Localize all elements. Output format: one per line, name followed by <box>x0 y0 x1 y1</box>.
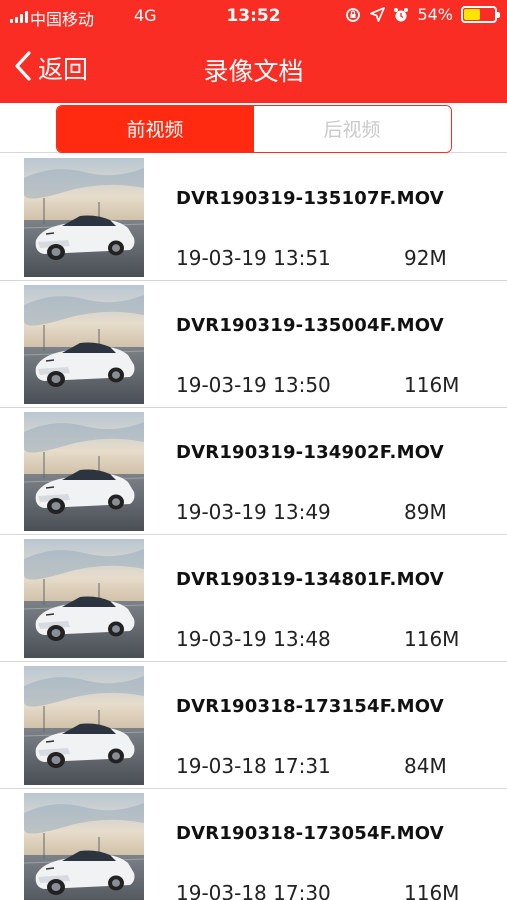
video-list-item[interactable]: DVR190319-135107F.MOV 19-03-19 13:51 92M <box>0 154 507 281</box>
video-datetime: 19-03-19 13:50 <box>176 373 331 397</box>
video-list: DVR190319-135107F.MOV 19-03-19 13:51 92M <box>0 154 507 900</box>
battery-cap <box>497 12 500 18</box>
video-size: 116M <box>404 627 460 651</box>
video-filename: DVR190319-135004F.MOV <box>176 315 444 336</box>
video-size: 116M <box>404 373 460 397</box>
video-datetime: 19-03-18 17:30 <box>176 881 331 900</box>
video-datetime: 19-03-19 13:48 <box>176 627 331 651</box>
battery-icon <box>461 6 500 23</box>
video-size: 84M <box>404 754 447 778</box>
page-title: 录像文档 <box>203 57 304 86</box>
video-filename: DVR190318-173054F.MOV <box>176 823 444 844</box>
video-datetime: 19-03-19 13:49 <box>176 500 331 524</box>
car-thumbnail <box>24 285 144 404</box>
video-filename: DVR190319-134902F.MOV <box>176 442 444 463</box>
car-thumbnail <box>24 666 144 785</box>
video-list-item[interactable]: DVR190318-173054F.MOV 19-03-18 17:30 116… <box>0 789 507 900</box>
nav-bar: 返回 录像文档 <box>0 34 507 103</box>
video-datetime: 19-03-19 13:51 <box>176 246 331 270</box>
rotation-lock-icon <box>345 7 361 23</box>
video-size: 116M <box>404 881 460 900</box>
location-arrow-icon <box>369 7 385 23</box>
video-list-item[interactable]: DVR190319-135004F.MOV 19-03-19 13:50 116… <box>0 281 507 408</box>
app-root: 中国移动 4G 13:52 54% 返回 录像文档 前视频 后视频 DVR190… <box>0 0 507 900</box>
status-bar: 中国移动 4G 13:52 54% <box>0 0 507 34</box>
video-filename: DVR190319-134801F.MOV <box>176 569 444 590</box>
video-list-item[interactable]: DVR190319-134801F.MOV 19-03-19 13:48 116… <box>0 535 507 662</box>
tab-rear-video[interactable]: 后视频 <box>253 105 451 152</box>
car-thumbnail <box>24 539 144 658</box>
car-thumbnail <box>24 412 144 531</box>
car-thumbnail <box>24 793 144 900</box>
video-list-item[interactable]: DVR190319-134902F.MOV 19-03-19 13:49 89M <box>0 408 507 535</box>
car-thumbnail <box>24 158 144 277</box>
video-segment-control: 前视频 后视频 <box>55 104 452 153</box>
video-size: 92M <box>404 246 447 270</box>
video-size: 89M <box>404 500 447 524</box>
alarm-clock-icon <box>393 7 409 23</box>
video-filename: DVR190318-173154F.MOV <box>176 696 444 717</box>
status-right-group: 54% <box>345 5 500 24</box>
segment-container: 前视频 后视频 <box>0 103 507 153</box>
video-list-item[interactable]: DVR190318-173154F.MOV 19-03-18 17:31 84M <box>0 662 507 789</box>
tab-front-video[interactable]: 前视频 <box>56 105 254 152</box>
battery-level-fill <box>464 9 481 20</box>
video-datetime: 19-03-18 17:31 <box>176 754 331 778</box>
battery-percent: 54% <box>417 5 453 24</box>
video-filename: DVR190319-135107F.MOV <box>176 188 444 209</box>
header: 中国移动 4G 13:52 54% 返回 录像文档 <box>0 0 507 103</box>
